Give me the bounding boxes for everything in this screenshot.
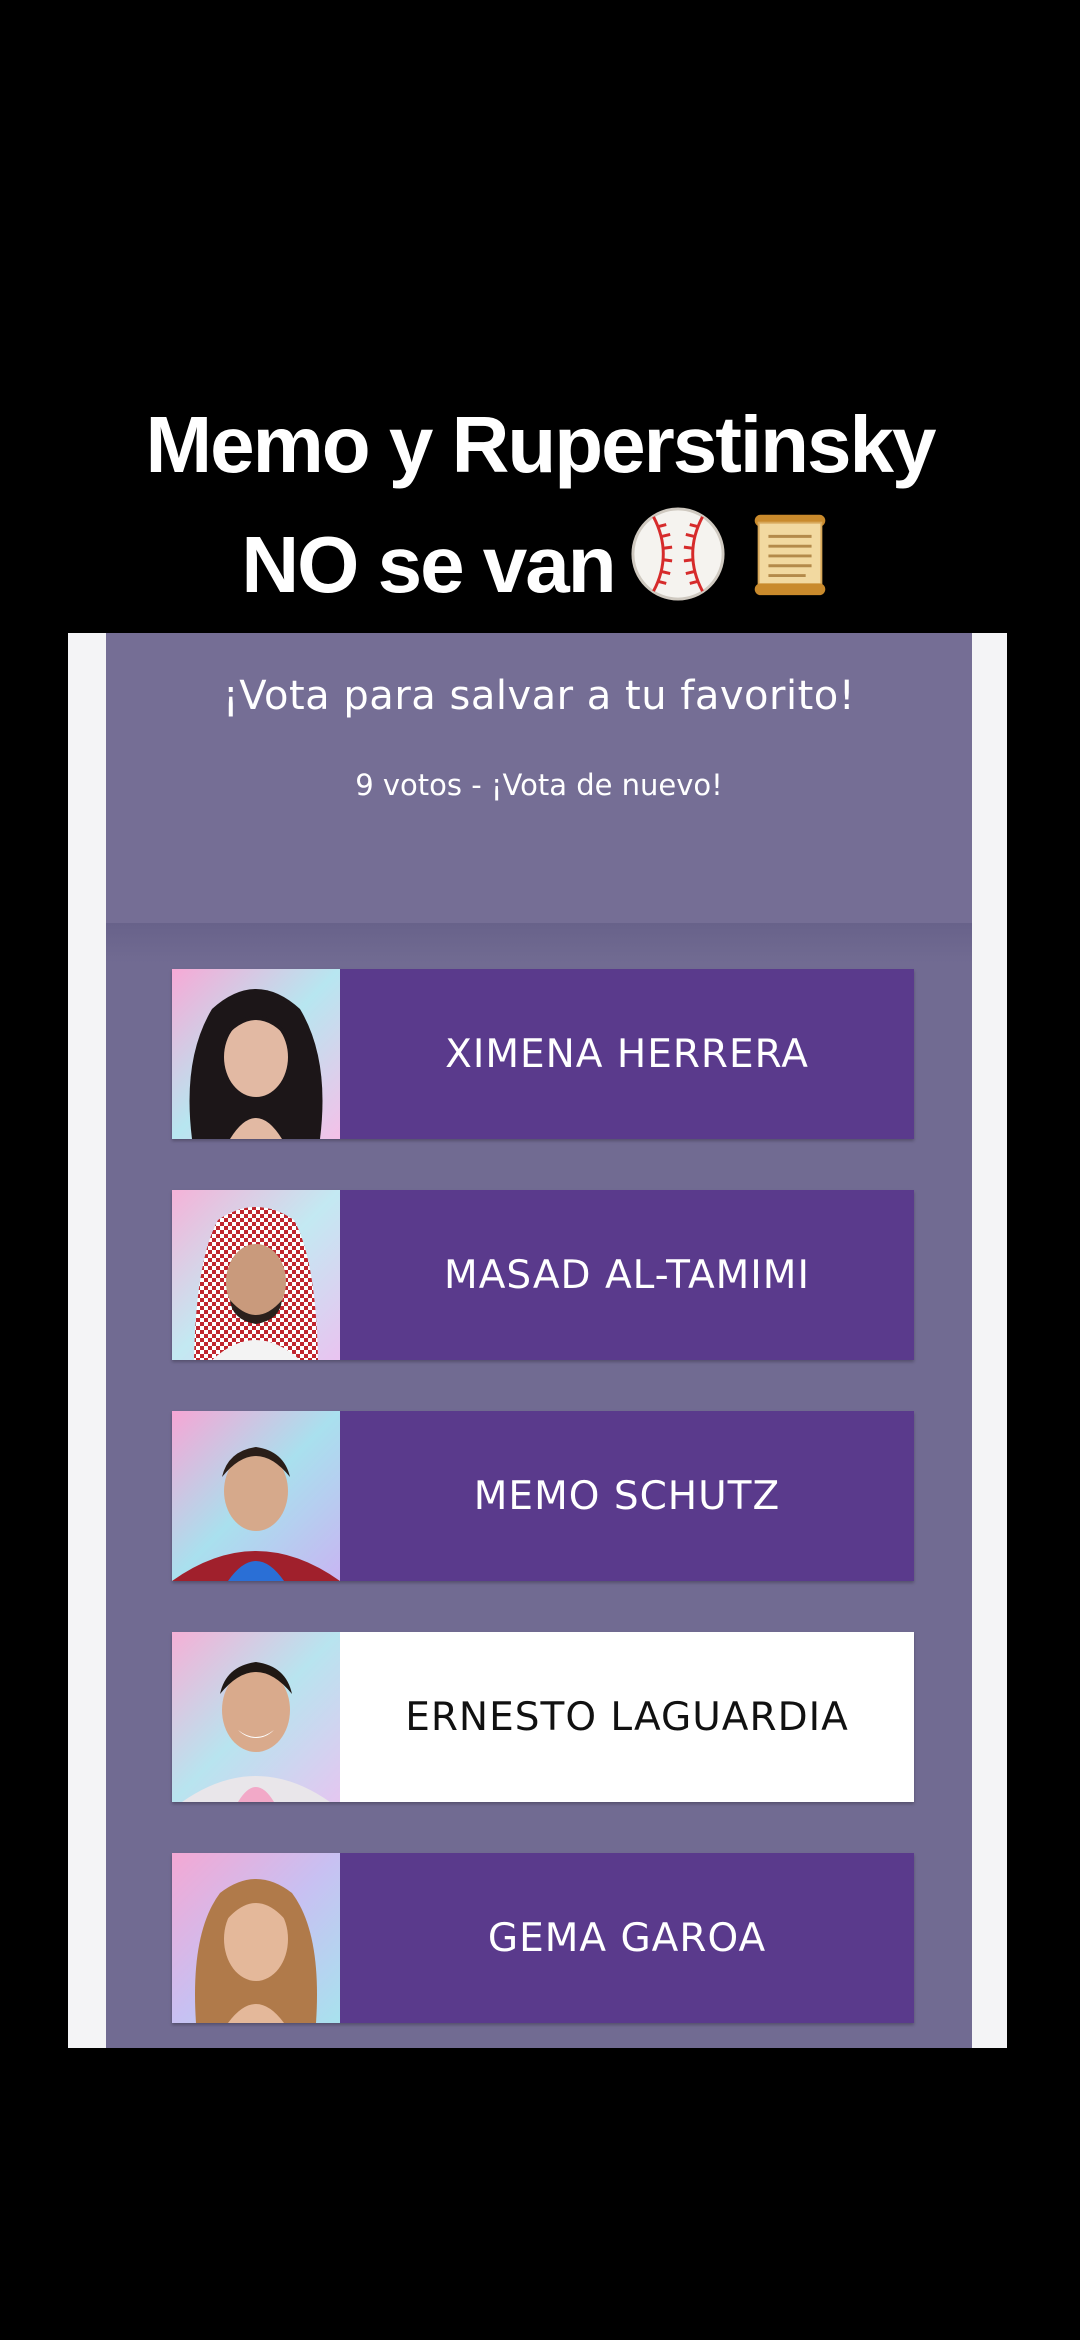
caption-line-2: NO se van	[0, 505, 1080, 636]
candidate-name: MASAD AL-TAMIMI	[444, 1252, 810, 1298]
voting-panel: ¡Vota para salvar a tu favorito! 9 votos…	[106, 633, 972, 2048]
caption-line-1: Memo y Ruperstinsky	[145, 400, 937, 489]
candidate-button-ximena-herrera[interactable]: XIMENA HERRERA	[172, 969, 914, 1139]
vote-count: 9 votos - ¡Vota de nuevo!	[355, 768, 723, 802]
caption-line-2-text: NO se van	[241, 520, 616, 609]
candidate-name: XIMENA HERRERA	[445, 1031, 809, 1077]
candidate-button-memo-schutz[interactable]: MEMO SCHUTZ	[172, 1411, 914, 1581]
candidate-photo	[172, 1411, 340, 1581]
header-divider	[106, 923, 972, 963]
video-caption: Memo y Ruperstinsky NO se van	[0, 385, 1080, 636]
candidate-name: ERNESTO LAGUARDIA	[405, 1694, 849, 1740]
candidate-button-gema-garoa[interactable]: GEMA GAROA	[172, 1853, 914, 2023]
candidate-name: GEMA GAROA	[487, 1915, 767, 1961]
candidate-photo	[172, 1190, 340, 1360]
candidate-name: MEMO SCHUTZ	[473, 1473, 781, 1519]
candidate-button-masad-al-tamimi[interactable]: MASAD AL-TAMIMI	[172, 1190, 914, 1360]
baseball-icon	[629, 505, 727, 636]
candidate-button-ernesto-laguardia[interactable]: ERNESTO LAGUARDIA	[172, 1632, 914, 1802]
candidate-photo	[172, 1853, 340, 2023]
candidate-photo	[172, 969, 340, 1139]
candidate-photo	[172, 1632, 340, 1802]
candidate-list: XIMENA HERRERA MASAD AL-TAMIMI MEMO SCHU…	[172, 969, 914, 2048]
vote-title: ¡Vota para salvar a tu favorito!	[222, 673, 856, 719]
scroll-icon	[741, 505, 839, 636]
